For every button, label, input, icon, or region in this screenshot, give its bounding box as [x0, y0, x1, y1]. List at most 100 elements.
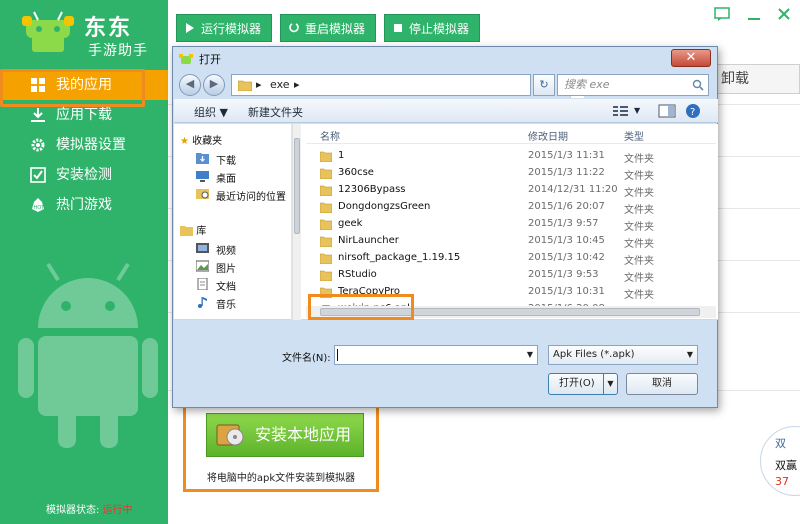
- file-row-folder[interactable]: 360cse 2015/1/3 11:22 文件夹: [306, 165, 716, 182]
- search-input[interactable]: 搜索 exe: [557, 74, 709, 96]
- tree-item-label: 图片: [216, 264, 236, 275]
- folder-icon: [320, 168, 332, 179]
- column-type-header[interactable]: 类型: [624, 128, 644, 143]
- dialog-title: 打开: [199, 53, 221, 66]
- file-name: NirLauncher: [338, 235, 399, 246]
- file-row-folder[interactable]: nirsoft_package_1.19.15 2015/1/3 10:42 文件夹: [306, 250, 716, 267]
- sidebar-item-my-apps[interactable]: 我的应用: [0, 69, 168, 107]
- forward-button[interactable]: ▶: [203, 74, 225, 96]
- file-row-folder[interactable]: NirLauncher 2015/1/3 10:45 文件夹: [306, 233, 716, 250]
- filename-input[interactable]: ▼: [334, 345, 538, 365]
- folder-icon: [320, 236, 332, 247]
- open-split-dropdown-icon[interactable]: ▼: [603, 374, 617, 394]
- file-type: 文件夹: [624, 205, 654, 216]
- close-icon[interactable]: [776, 6, 792, 22]
- folder-icon: [320, 151, 332, 162]
- picture-icon: [196, 260, 209, 272]
- open-button[interactable]: 打开(O) ▼: [548, 373, 618, 395]
- folder-icon: [238, 80, 252, 91]
- promo-badge[interactable]: 双 双赢 37: [760, 426, 800, 496]
- run-emulator-button[interactable]: 运行模拟器: [176, 14, 273, 42]
- file-date: 2015/1/3 9:53: [528, 269, 599, 280]
- sidebar-nav: 我的应用 应用下载 模拟器设置 安装检测 HOT 热门游戏: [0, 69, 168, 220]
- dialog-toolbar: 组织 ▼ 新建文件夹 ▼ ?: [174, 99, 718, 123]
- library-header[interactable]: 库: [180, 222, 206, 237]
- dialog-close-button[interactable]: ✕: [671, 49, 711, 67]
- help-icon[interactable]: ?: [684, 103, 702, 119]
- tree-item-label: 文档: [216, 282, 236, 293]
- run-emulator-label: 运行模拟器: [201, 22, 262, 36]
- cancel-button[interactable]: 取消: [626, 373, 698, 395]
- library-icon: [180, 226, 193, 236]
- column-name-header[interactable]: 名称: [320, 128, 340, 143]
- file-type: 文件夹: [624, 290, 654, 301]
- view-dropdown-icon[interactable]: ▼: [634, 106, 640, 115]
- column-date-header[interactable]: 修改日期: [528, 128, 568, 143]
- document-icon: [197, 278, 208, 290]
- apk-file-highlight: [308, 294, 414, 320]
- sidebar-item-install-check[interactable]: 安装检测: [0, 160, 168, 190]
- folder-icon: [320, 253, 332, 264]
- sidebar-item-label: 应用下载: [56, 107, 112, 123]
- file-row-folder[interactable]: 1 2015/1/3 11:31 文件夹: [306, 148, 716, 165]
- scrollbar-thumb[interactable]: [294, 138, 300, 234]
- check-icon: [30, 167, 46, 183]
- file-name: 360cse: [338, 167, 374, 178]
- file-date: 2015/1/6 20:07: [528, 201, 605, 212]
- folder-icon: [320, 219, 332, 230]
- sidebar-item-label: 安装检测: [56, 167, 112, 183]
- breadcrumb-separator-icon[interactable]: ▸: [294, 78, 300, 91]
- breadcrumb-separator-icon[interactable]: ▸: [256, 78, 262, 91]
- sidebar-item-emulator-settings[interactable]: 模拟器设置: [0, 130, 168, 160]
- favorites-header[interactable]: ★ 收藏夹: [180, 132, 222, 147]
- status-value: 运行中: [102, 505, 133, 516]
- sidebar-item-app-download[interactable]: 应用下载: [0, 100, 168, 130]
- organize-menu-button[interactable]: 组织 ▼: [194, 104, 228, 120]
- restart-emulator-button[interactable]: 重启模拟器: [280, 14, 377, 42]
- address-input[interactable]: ▸ exe ▸ ▼: [231, 74, 584, 98]
- file-list: 名称 修改日期 类型 1 2015/1/3 11:31 文件夹 360cse 2015/…: [306, 124, 716, 320]
- view-options-icon[interactable]: [612, 103, 630, 119]
- back-button[interactable]: ◀: [179, 74, 201, 96]
- file-row-folder[interactable]: RStudio 2015/1/3 9:53 文件夹: [306, 267, 716, 284]
- address-bar-row: ◀ ▶ ▸ exe ▸ ▼ ↻ 搜索 exe: [179, 73, 713, 99]
- emulator-status: 模拟器状态: 运行中: [46, 501, 133, 516]
- install-description: 将电脑中的apk文件安装到模拟器: [206, 473, 356, 484]
- sidebar-item-hot-games[interactable]: HOT 热门游戏: [0, 190, 168, 220]
- file-row-folder[interactable]: DongdongzsGreen 2015/1/6 20:07 文件夹: [306, 199, 716, 216]
- folder-icon: [320, 185, 332, 196]
- refresh-button[interactable]: ↻: [533, 74, 555, 96]
- file-row-folder[interactable]: geek 2015/1/3 9:57 文件夹: [306, 216, 716, 233]
- status-label: 模拟器状态:: [46, 505, 100, 516]
- file-date: 2015/1/3 10:42: [528, 252, 605, 263]
- breadcrumb-exe[interactable]: exe: [270, 78, 290, 91]
- sidebar-item-label: 热门游戏: [56, 197, 112, 213]
- file-name: DongdongzsGreen: [338, 201, 431, 212]
- search-icon: [692, 79, 704, 91]
- file-date: 2015/1/3 11:31: [528, 150, 605, 161]
- promo-line3: 37: [775, 475, 789, 488]
- filename-row: 文件名(N): ▼ Apk Files (*.apk) ▼: [174, 343, 718, 367]
- sidebar-item-label: 模拟器设置: [56, 137, 126, 153]
- uninstall-button[interactable]: 卸载: [710, 64, 800, 94]
- stop-emulator-button[interactable]: 停止模拟器: [384, 14, 481, 42]
- package-disc-icon: [216, 424, 244, 446]
- tree-item-label: 视频: [216, 246, 236, 257]
- preview-pane-icon[interactable]: [658, 103, 676, 119]
- filename-dropdown-icon[interactable]: ▼: [523, 346, 537, 364]
- file-row-folder[interactable]: 12306Bypass 2014/12/31 11:20 文件夹: [306, 182, 716, 199]
- chevron-down-icon: ▼: [686, 350, 693, 359]
- dialog-titlebar: 打开 ✕: [173, 47, 717, 71]
- dialog-buttons: 打开(O) ▼ 取消: [174, 369, 718, 399]
- file-name: 1: [338, 150, 345, 161]
- feedback-icon[interactable]: [714, 6, 730, 22]
- new-folder-button[interactable]: 新建文件夹: [248, 104, 303, 120]
- tree-scrollbar[interactable]: [292, 124, 301, 320]
- minimize-icon[interactable]: [746, 6, 762, 22]
- download-folder-icon: [196, 153, 209, 164]
- logo-title: 东东: [84, 16, 133, 41]
- file-type-select[interactable]: Apk Files (*.apk) ▼: [548, 345, 698, 365]
- stop-icon: [394, 24, 402, 32]
- install-local-app-button[interactable]: 安装本地应用: [206, 413, 364, 457]
- browser-panel: ★ 收藏夹 下载 桌面 最近访问的位置 库 视频 图片 文档 音乐 名称 修改日…: [174, 124, 718, 320]
